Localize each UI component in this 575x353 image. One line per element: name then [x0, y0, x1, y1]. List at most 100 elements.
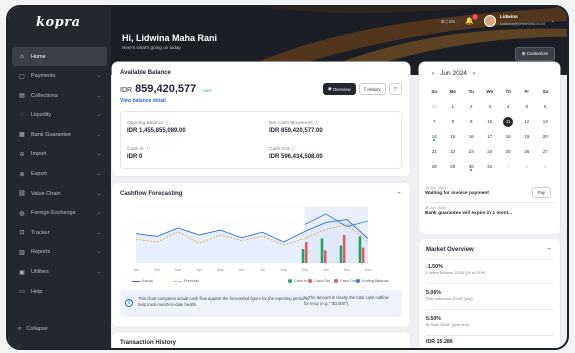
calendar-day[interactable]: 2 — [518, 164, 537, 169]
calendar-day[interactable]: 12 — [518, 119, 537, 124]
market-label: BI Rate 2024F (year end) — [426, 323, 469, 327]
transaction-history-card: Transaction History — [112, 332, 410, 348]
chevron-down-icon: ⌄ — [96, 73, 101, 80]
sidebar-item-payments[interactable]: ▢ Payments ⌄ — [12, 67, 107, 86]
calendar-day[interactable]: 4 — [499, 104, 518, 109]
calendar-day-number: 28 — [431, 164, 437, 169]
sidebar-item-tracker[interactable]: ⊡ Tracker ⌄ — [12, 223, 107, 242]
calendar-event[interactable]: 30 Jun 2024 Bank guarantee will expire i… — [425, 206, 555, 216]
balance-amount: IDR 859,420,577 ↑ 58% — [120, 83, 211, 95]
x-tick-label: Sep — [302, 268, 308, 272]
avatar[interactable] — [483, 15, 496, 27]
calendar-day[interactable]: 26 — [518, 149, 537, 154]
calendar-day[interactable]: 9 — [462, 119, 481, 124]
calendar-day[interactable]: 25 — [499, 149, 518, 154]
user-menu-chevron-icon[interactable]: ⌄ — [551, 18, 555, 24]
weekday-label: Sa — [542, 89, 548, 94]
market-item: -1.50% Current Account 2024F (% of GDP) — [426, 264, 554, 275]
calendar-day[interactable]: 6 — [536, 104, 555, 109]
balance-view-toggle: ◉ Overview ▯ History ▽ — [320, 83, 402, 95]
greeting-subtitle: Here's what's going on today — [122, 45, 181, 50]
sidebar: kopra ⌂ Home ▢ Payments ⌄ ▤ Collections ⌄ ◌ Liqui… — [8, 7, 111, 348]
calendar-day[interactable]: 8 — [444, 119, 463, 124]
sidebar-item-export[interactable]: ⊕ Export ⌄ — [12, 165, 107, 184]
calendar-day-number: 9 — [469, 119, 473, 124]
calendar-day[interactable]: 29 — [444, 164, 463, 169]
calendar-day[interactable]: 21 — [425, 149, 444, 154]
sidebar-item-home[interactable]: ⌂ Home — [12, 47, 107, 66]
pay-button[interactable]: Pay — [531, 187, 551, 198]
sidebar-item-label: Import — [31, 151, 47, 158]
calendar-day[interactable]: 13 — [536, 119, 555, 124]
filter-button[interactable]: ▽ — [388, 83, 402, 95]
sidebar-item-utilities[interactable]: ▣ Utilities ⌄ — [12, 263, 107, 282]
sidebar-item-help[interactable]: ▭ Help — [12, 282, 107, 301]
calendar-event[interactable]: 18 Jun 2024 Waiting for invoice payment … — [425, 186, 555, 198]
collapse-arrow-icon: « — [18, 326, 22, 332]
overview-button[interactable]: ◉ Overview — [322, 83, 356, 95]
calendar-day-number: 13 — [542, 119, 548, 124]
opening-balance: Opening Balance ⓘ IDR 1,455,855,089.00 — [127, 119, 267, 134]
notification-bell-icon[interactable]: 🔔 2 — [465, 14, 478, 25]
language-switch[interactable]: ID | EN — [441, 19, 455, 24]
calendar-day[interactable]: 2 — [462, 104, 481, 109]
calendar-day[interactable]: 7 — [425, 119, 444, 124]
calendar-day[interactable]: 10 — [481, 119, 500, 124]
sidebar-item-label: Bank Guarantee — [31, 131, 72, 138]
sidebar-item-foreign-exchange[interactable]: ◍ Foreign Exchange ⌄ — [12, 204, 107, 223]
calendar-day-number: 3 — [543, 164, 547, 169]
view-balance-detail-link[interactable]: View balance detail — [120, 98, 166, 104]
calendar-day[interactable]: 23 — [462, 149, 481, 154]
user-info[interactable]: Lidwina Lidwina@pertamina.co.id — [500, 15, 545, 27]
calendar-day-number: 20 — [542, 134, 548, 139]
sidebar-item-bank-guarantee[interactable]: ▦ Bank Guarantee ⌄ — [12, 125, 107, 144]
sidebar-item-import[interactable]: ⊖ Import ⌄ — [12, 145, 107, 164]
calendar-day[interactable]: 15 — [444, 134, 463, 139]
calendar-week: 31 1 2 3 4 5 6 — [425, 99, 555, 114]
sidebar-item-collections[interactable]: ▤ Collections ⌄ — [12, 86, 107, 105]
history-button[interactable]: ▯ History — [358, 83, 386, 95]
calendar-day[interactable]: 28 — [425, 164, 444, 169]
calendar-day-number: 23 — [468, 149, 474, 154]
calendar-day[interactable]: 5 — [518, 104, 537, 109]
calendar-day[interactable]: 1 — [499, 164, 518, 169]
calendar-day[interactable]: 31 — [425, 104, 444, 109]
calendar-day[interactable]: 30 — [462, 164, 481, 171]
calendar-day[interactable]: 11 — [499, 116, 518, 127]
sidebar-item-label: Reports — [31, 249, 51, 256]
calendar-day[interactable]: 31 — [481, 164, 500, 169]
calendar-day[interactable]: 27 — [536, 149, 555, 154]
calendar-day[interactable]: 22 — [444, 149, 463, 154]
calendar-day[interactable]: 16 — [462, 134, 481, 139]
user-email: Lidwina@pertamina.co.id — [499, 21, 545, 26]
calendar-day-number: 21 — [431, 149, 437, 154]
calendar-day[interactable]: 1 — [444, 104, 463, 109]
kopra-logo[interactable]: kopra — [36, 15, 81, 30]
calendar-day[interactable]: 14 — [425, 134, 444, 141]
calendar-day[interactable]: 3 — [536, 164, 555, 169]
market-open-arrow-icon[interactable]: → — [545, 245, 552, 252]
calendar-day[interactable]: 24 — [481, 149, 500, 154]
next-month-icon[interactable]: › — [473, 70, 475, 77]
calendar-day[interactable]: 18 — [499, 134, 518, 139]
calendar-day[interactable]: 3 — [481, 104, 500, 109]
sidebar-item-label: Tracker — [31, 229, 50, 236]
legend-cash-in-dot — [288, 279, 292, 283]
export-icon: ⊕ — [19, 171, 25, 178]
calendar-day[interactable]: 19 — [518, 134, 537, 139]
calendar-day-number: 24 — [487, 149, 493, 154]
balance-currency: IDR — [120, 87, 133, 94]
customize-button[interactable]: ⊞ Customize — [514, 47, 555, 61]
calendar-day[interactable]: 17 — [481, 134, 500, 139]
collapse-button[interactable]: « Collapse — [18, 326, 48, 332]
sidebar-item-reports[interactable]: ▥ Reports ⌄ — [12, 243, 107, 262]
cashflow-open-arrow-icon[interactable]: → — [395, 189, 402, 196]
calendar-day[interactable]: 20 — [536, 134, 555, 139]
prev-month-icon[interactable]: ‹ — [432, 70, 434, 77]
calendar-day-number: 8 — [451, 119, 454, 124]
legend-actual-label: Actual — [142, 279, 153, 283]
market-label: PDB Indonesia 2024F (yoy) — [426, 297, 473, 301]
history-label: History — [367, 86, 381, 92]
sidebar-item-liquidity[interactable]: ◌ Liquidity ⌄ — [12, 106, 107, 125]
sidebar-item-value-chain[interactable]: ⛓ Value Chain ⌄ — [12, 184, 107, 203]
